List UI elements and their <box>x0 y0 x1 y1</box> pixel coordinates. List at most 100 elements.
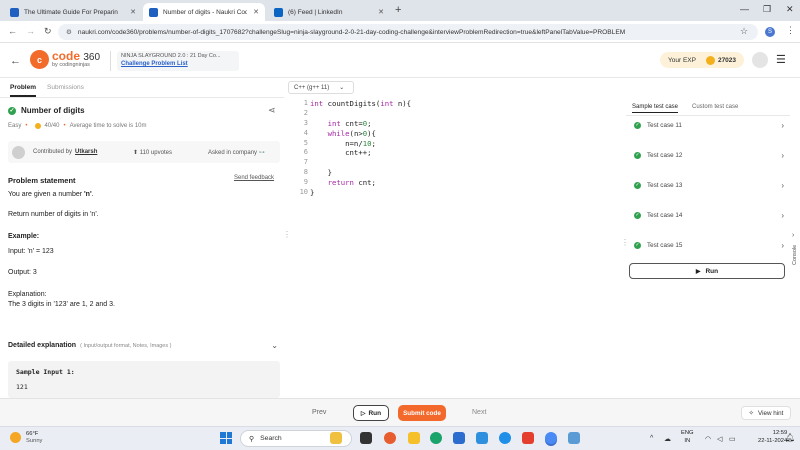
user-avatar[interactable] <box>752 52 768 68</box>
tab-custom-test-case[interactable]: Custom test case <box>692 104 738 110</box>
test-case-item[interactable]: ✓ Test case 15 › <box>634 238 784 252</box>
submit-label: Submit code <box>403 409 441 417</box>
hamburger-menu-icon[interactable]: ☰ <box>776 53 786 66</box>
coin-icon <box>705 55 715 65</box>
back-icon[interactable]: ← <box>10 55 21 67</box>
problem-title: ✓ Number of digits <box>8 106 85 115</box>
cloud-icon[interactable]: ☁ <box>664 435 671 443</box>
test-case-item[interactable]: ✓ Test case 13 › <box>634 178 784 192</box>
teams-icon[interactable] <box>499 432 511 444</box>
language-indicator[interactable]: ENG IN <box>681 430 694 445</box>
browser-menu-icon[interactable]: ⋮ <box>786 25 795 36</box>
maximize-icon[interactable]: ❐ <box>763 4 771 15</box>
tab-submissions[interactable]: Submissions <box>47 84 84 91</box>
battery-icon[interactable]: ▭ <box>729 435 736 443</box>
task-view-icon[interactable] <box>360 432 372 444</box>
chevron-right-icon: › <box>781 240 784 250</box>
file-explorer-icon[interactable] <box>408 432 420 444</box>
volume-icon[interactable]: ◁ <box>717 435 722 443</box>
company-logo-icon: ⊶ <box>258 149 265 156</box>
url-text: naukri.com/code360/problems/number-of-di… <box>77 28 626 36</box>
code-content[interactable]: int countDigits(int n){ int cnt=0; while… <box>310 99 411 198</box>
exp-badge[interactable]: Your EXP 27023 <box>660 52 744 68</box>
wifi-icon[interactable]: ◠ <box>705 435 711 443</box>
bookmark-star-icon[interactable]: ☆ <box>740 26 748 37</box>
chrome-icon[interactable] <box>545 432 557 444</box>
close-icon[interactable]: ✕ <box>378 8 384 16</box>
close-icon[interactable]: ✕ <box>253 8 259 16</box>
window-close-icon[interactable]: ✕ <box>786 4 794 15</box>
explanation-text: The 3 digits in '123' are 1, 2 and 3. <box>8 301 115 308</box>
mail-icon[interactable] <box>476 432 488 444</box>
chevron-up-icon[interactable]: ^ <box>650 435 653 442</box>
app-icon[interactable] <box>384 432 396 444</box>
upvote-button[interactable]: ⬆ 110 upvotes <box>133 149 172 156</box>
url-field[interactable]: ⚙ naukri.com/code360/problems/number-of-… <box>58 24 758 40</box>
code-line: } <box>310 168 332 178</box>
statement-line-2: Return number of digits in 'n'. <box>8 211 99 218</box>
submit-code-button[interactable]: Submit code <box>398 405 446 421</box>
passed-check-icon: ✓ <box>634 241 641 249</box>
run-tests-button[interactable]: ▶ Run <box>629 263 785 279</box>
language-select[interactable]: C++ (g++ 11) ⌄ <box>288 81 354 94</box>
test-case-label: Test case 14 <box>647 211 683 219</box>
send-feedback-link[interactable]: Send feedback <box>234 175 274 181</box>
browser-tab-linkedin[interactable]: (6) Feed | LinkedIn ✕ <box>268 3 390 21</box>
temperature: 66°F <box>26 431 39 437</box>
contributed-label: Contributed by <box>33 149 73 155</box>
share-icon[interactable]: ⋖ <box>268 105 276 116</box>
close-icon[interactable]: ✕ <box>130 8 136 16</box>
difficulty-label: Easy <box>8 123 22 129</box>
code-editor[interactable]: C++ (g++ 11) ⌄ 1 2 3 4 5 6 7 8 9 10 int … <box>288 78 622 398</box>
test-case-item[interactable]: ✓ Test case 12 › <box>634 148 784 162</box>
forward-arrow-icon[interactable]: → <box>26 26 35 36</box>
test-case-label: Test case 11 <box>647 121 682 129</box>
store-icon[interactable] <box>453 432 465 444</box>
challenge-info: NINJA SLAYGROUND 2.0 : 21 Day Co... Chal… <box>117 51 239 71</box>
run-button[interactable]: ▷ Run <box>353 405 389 421</box>
reload-icon[interactable]: ↻ <box>44 26 52 37</box>
browser-tab-guide[interactable]: The Ultimate Guide For Preparin ✕ <box>4 3 142 21</box>
tab-problem[interactable]: Problem <box>10 84 37 97</box>
console-toggle[interactable]: › Console <box>790 232 800 285</box>
weather-widget[interactable]: 66°F Sunny <box>10 431 42 445</box>
asked-in-company[interactable]: Asked in company ⊶ <box>208 149 265 156</box>
office-icon[interactable] <box>522 432 534 444</box>
next-button[interactable]: Next <box>472 409 486 416</box>
console-label: Console <box>792 244 798 265</box>
code360-logo[interactable]: c code 360 by codingninjas <box>30 50 100 69</box>
browser-tab-number-of-digits[interactable]: Number of digits - Naukri Code ✕ <box>143 3 265 21</box>
notification-bell-icon[interactable]: 🔔︎ <box>785 433 795 442</box>
minimize-icon[interactable]: — <box>740 4 749 14</box>
coin-icon <box>35 123 42 129</box>
code360-favicon-icon <box>149 7 158 17</box>
new-tab-button[interactable]: + <box>395 4 401 16</box>
test-case-item[interactable]: ✓ Test case 11 › <box>634 118 784 132</box>
tab-sample-test-case[interactable]: Sample test case <box>632 104 679 113</box>
back-arrow-icon[interactable]: ← <box>8 26 17 36</box>
detailed-explanation-toggle[interactable]: Detailed explanation ( Input/output form… <box>8 341 280 350</box>
view-hint-button[interactable]: ✧ View hint <box>741 406 791 420</box>
challenge-list-link[interactable]: Challenge Problem List <box>121 61 235 67</box>
clock-time: 12:59 <box>772 430 788 436</box>
score-value: 40/40 <box>44 123 60 129</box>
test-case-item[interactable]: ✓ Test case 14 › <box>634 208 784 222</box>
language-value: C++ (g++ 11) <box>294 84 330 91</box>
system-clock[interactable]: 12:59 22-11-2024 <box>758 430 787 445</box>
chevron-down-icon: ⌄ <box>271 341 278 350</box>
windows-start-icon[interactable] <box>220 432 232 444</box>
profile-avatar[interactable]: S <box>765 27 775 37</box>
play-icon: ▷ <box>360 410 366 417</box>
photos-icon[interactable] <box>568 432 580 444</box>
problem-meta: Easy • 40/40 • Average time to solve is … <box>8 123 147 129</box>
logo-main-text: code <box>52 49 81 64</box>
widgets-icon[interactable] <box>330 432 342 444</box>
test-case-label: Test case 13 <box>647 181 683 189</box>
edge-browser-icon[interactable] <box>430 432 442 444</box>
site-info-icon[interactable]: ⚙ <box>66 28 72 36</box>
statement-heading: Problem statement <box>8 176 76 185</box>
search-placeholder: Search <box>260 435 282 442</box>
prev-button[interactable]: Prev <box>312 409 326 416</box>
contributor-link[interactable]: Utkarsh <box>75 149 97 155</box>
